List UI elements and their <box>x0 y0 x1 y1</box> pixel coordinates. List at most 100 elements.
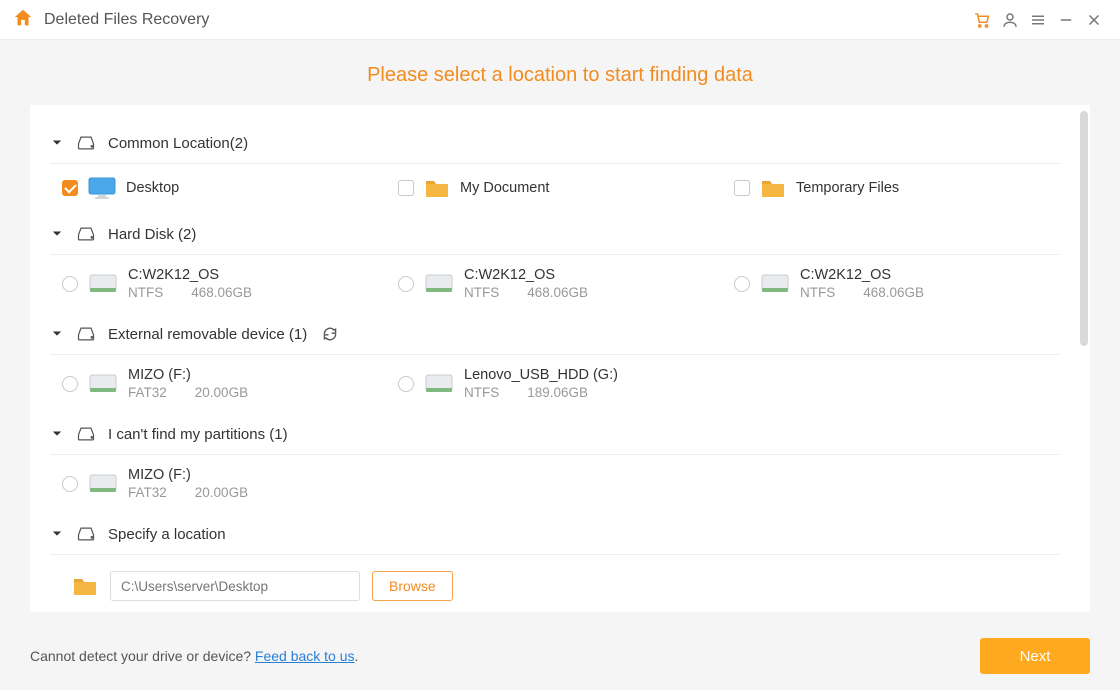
section-external-header[interactable]: External removable device (1) <box>50 314 1060 354</box>
section-common-title: Common Location(2) <box>108 135 248 152</box>
monitor-icon <box>88 176 116 200</box>
footer: Cannot detect your drive or device? Feed… <box>0 622 1120 690</box>
disk-size: 20.00GB <box>195 485 248 500</box>
section-external-title: External removable device (1) <box>108 326 307 343</box>
scrollbar[interactable] <box>1080 111 1088 346</box>
minimize-icon[interactable] <box>1052 6 1080 34</box>
disk-item[interactable]: MIZO (F:) FAT32 20.00GB <box>62 367 388 400</box>
radio[interactable] <box>62 276 78 292</box>
feedback-link[interactable]: Feed back to us <box>255 648 355 664</box>
disk-item[interactable]: C:W2K12_OS NTFS 468.06GB <box>734 267 1060 300</box>
disk-info: C:W2K12_OS NTFS 468.06GB <box>128 267 252 300</box>
common-items: Desktop My Document Temporary Files <box>50 170 1060 214</box>
chevron-down-icon <box>50 136 64 150</box>
section-hard-title: Hard Disk (2) <box>108 226 196 243</box>
disk-size: 468.06GB <box>191 285 252 300</box>
disk-item[interactable]: MIZO (F:) FAT32 20.00GB <box>62 467 388 500</box>
section-hard-header[interactable]: Hard Disk (2) <box>50 214 1060 254</box>
disk-item[interactable]: C:W2K12_OS NTFS 468.06GB <box>398 267 724 300</box>
radio[interactable] <box>62 376 78 392</box>
disk-size: 189.06GB <box>527 385 588 400</box>
close-icon[interactable] <box>1080 6 1108 34</box>
checkbox[interactable] <box>62 180 78 196</box>
section-common-header[interactable]: Common Location(2) <box>50 123 1060 163</box>
disk-info: C:W2K12_OS NTFS 468.06GB <box>464 267 588 300</box>
section-lost-title: I can't find my partitions (1) <box>108 426 288 443</box>
section-specify-title: Specify a location <box>108 526 226 543</box>
radio[interactable] <box>398 276 414 292</box>
disk-fs: FAT32 <box>128 385 167 400</box>
radio[interactable] <box>62 476 78 492</box>
radio[interactable] <box>734 276 750 292</box>
disk-info: Lenovo_USB_HDD (G:) NTFS 189.06GB <box>464 367 618 400</box>
drive-icon <box>76 524 96 544</box>
hard-disk-icon <box>424 372 454 396</box>
drive-icon <box>76 424 96 444</box>
drive-icon <box>76 133 96 153</box>
disk-fs: NTFS <box>464 385 499 400</box>
disk-info: C:W2K12_OS NTFS 468.06GB <box>800 267 924 300</box>
disk-fs: NTFS <box>464 285 499 300</box>
page-title: Deleted Files Recovery <box>44 11 209 29</box>
disk-name: Lenovo_USB_HDD (G:) <box>464 367 618 383</box>
disk-name: MIZO (F:) <box>128 467 248 483</box>
item-label: My Document <box>460 180 549 196</box>
item-label: Temporary Files <box>796 180 899 196</box>
hard-disk-icon <box>760 272 790 296</box>
titlebar: Deleted Files Recovery <box>0 0 1120 40</box>
chevron-down-icon <box>50 327 64 341</box>
disk-info: MIZO (F:) FAT32 20.00GB <box>128 367 248 400</box>
hard-disk-icon <box>424 272 454 296</box>
chevron-down-icon <box>50 427 64 441</box>
radio[interactable] <box>398 376 414 392</box>
drive-icon <box>76 324 96 344</box>
disk-fs: NTFS <box>800 285 835 300</box>
footer-note: Cannot detect your drive or device? Feed… <box>30 648 358 664</box>
lost-items: MIZO (F:) FAT32 20.00GB <box>50 461 1060 514</box>
location-temp[interactable]: Temporary Files <box>734 176 1060 200</box>
checkbox[interactable] <box>734 180 750 196</box>
disk-name: C:W2K12_OS <box>464 267 588 283</box>
disk-item[interactable]: C:W2K12_OS NTFS 468.06GB <box>62 267 388 300</box>
disk-name: C:W2K12_OS <box>800 267 924 283</box>
hard-disk-icon <box>88 272 118 296</box>
specify-row: Browse <box>50 561 1060 601</box>
folder-icon <box>72 575 98 597</box>
footer-text: Cannot detect your drive or device? <box>30 648 255 664</box>
disk-fs: FAT32 <box>128 485 167 500</box>
path-input[interactable] <box>110 571 360 601</box>
location-documents[interactable]: My Document <box>398 176 724 200</box>
disk-name: C:W2K12_OS <box>128 267 252 283</box>
hard-items: C:W2K12_OS NTFS 468.06GB C:W2K12_OS NTFS 4… <box>50 261 1060 314</box>
chevron-down-icon <box>50 227 64 241</box>
disk-size: 20.00GB <box>195 385 248 400</box>
location-desktop[interactable]: Desktop <box>62 176 388 200</box>
browse-button[interactable]: Browse <box>372 571 453 601</box>
disk-name: MIZO (F:) <box>128 367 248 383</box>
home-icon[interactable] <box>12 7 34 32</box>
disk-item[interactable]: Lenovo_USB_HDD (G:) NTFS 189.06GB <box>398 367 724 400</box>
cart-icon[interactable] <box>968 6 996 34</box>
drive-icon <box>76 224 96 244</box>
folder-icon <box>760 177 786 199</box>
refresh-icon[interactable] <box>321 325 339 343</box>
section-lost-header[interactable]: I can't find my partitions (1) <box>50 414 1060 454</box>
hard-disk-icon <box>88 472 118 496</box>
item-label: Desktop <box>126 180 179 196</box>
hard-disk-icon <box>88 372 118 396</box>
disk-size: 468.06GB <box>863 285 924 300</box>
folder-icon <box>424 177 450 199</box>
disk-size: 468.06GB <box>527 285 588 300</box>
panel-wrap: Common Location(2) Desktop My Document T… <box>0 105 1120 622</box>
main-heading: Please select a location to start findin… <box>0 40 1120 105</box>
section-specify-header[interactable]: Specify a location <box>50 514 1060 554</box>
disk-info: MIZO (F:) FAT32 20.00GB <box>128 467 248 500</box>
menu-icon[interactable] <box>1024 6 1052 34</box>
user-icon[interactable] <box>996 6 1024 34</box>
titlebar-left: Deleted Files Recovery <box>12 7 209 32</box>
chevron-down-icon <box>50 527 64 541</box>
checkbox[interactable] <box>398 180 414 196</box>
main-panel: Common Location(2) Desktop My Document T… <box>30 105 1090 612</box>
disk-fs: NTFS <box>128 285 163 300</box>
next-button[interactable]: Next <box>980 638 1090 674</box>
